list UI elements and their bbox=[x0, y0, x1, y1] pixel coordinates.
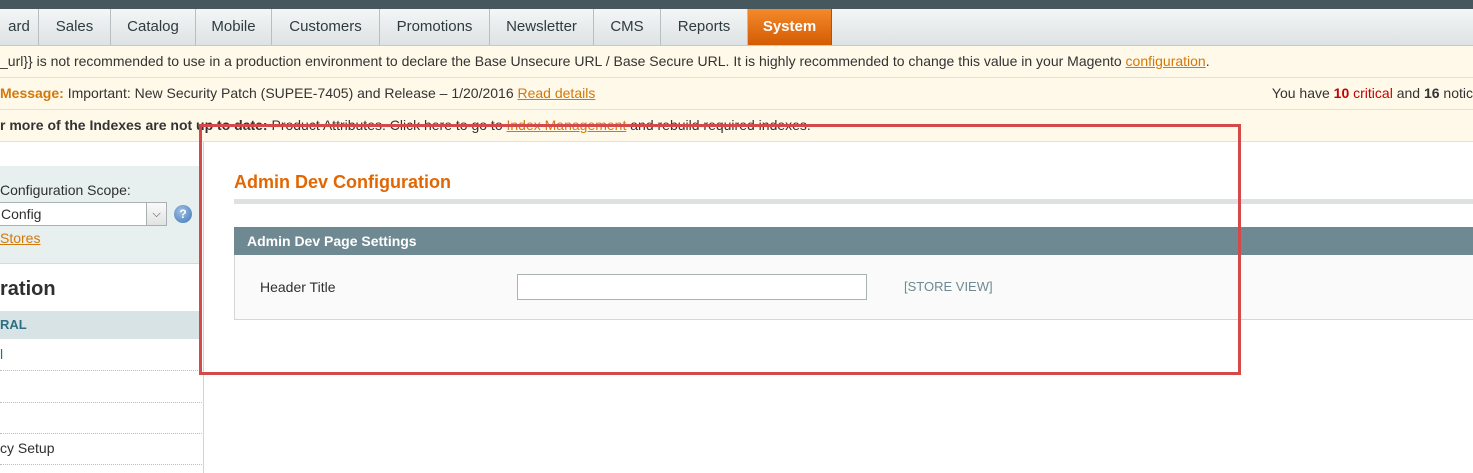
scope-label: Configuration Scope: bbox=[0, 182, 131, 198]
notice-count: 16 bbox=[1423, 85, 1440, 101]
nav-promotions[interactable]: Promotions bbox=[380, 9, 490, 45]
page-title: Admin Dev Configuration bbox=[234, 172, 451, 192]
sidebar-item-3[interactable] bbox=[0, 402, 202, 434]
chevron-down-icon[interactable]: ⌵ bbox=[146, 203, 166, 225]
system-message-notice: Message: Important: New Security Patch (… bbox=[0, 78, 1473, 110]
read-details-link[interactable]: Read details bbox=[518, 85, 596, 101]
critical-count: 10 bbox=[1333, 85, 1350, 101]
nav-catalog[interactable]: Catalog bbox=[111, 9, 196, 45]
nav-cms[interactable]: CMS bbox=[594, 9, 661, 45]
sidebar-section-general: RAL bbox=[0, 311, 202, 339]
config-sidebar: Configuration Scope: Config ⌵ ? Stores r… bbox=[0, 142, 204, 473]
nav-system[interactable]: System bbox=[748, 9, 832, 45]
header-title-label: Header Title bbox=[260, 279, 336, 295]
nav-mobile[interactable]: Mobile bbox=[196, 9, 272, 45]
critical-word: critical bbox=[1349, 85, 1393, 101]
help-icon[interactable]: ? bbox=[174, 205, 192, 223]
scope-switcher: Configuration Scope: Config ⌵ ? Stores bbox=[0, 166, 202, 264]
store-view-scope-label: [STORE VIEW] bbox=[904, 279, 993, 294]
fieldset-header[interactable]: Admin Dev Page Settings bbox=[234, 227, 1473, 255]
sidebar-item-1[interactable]: l bbox=[0, 339, 202, 371]
index-management-link[interactable]: Index Management bbox=[507, 117, 627, 133]
nav-sales[interactable]: Sales bbox=[39, 9, 111, 45]
base-url-notice: _url}} is not recommended to use in a pr… bbox=[0, 46, 1473, 78]
base-url-notice-text: _url}} is not recommended to use in a pr… bbox=[0, 53, 1126, 69]
nav-newsletter[interactable]: Newsletter bbox=[490, 9, 594, 45]
index-notice-suffix: and rebuild required indexes. bbox=[626, 117, 811, 133]
index-notice-bold: r more of the Indexes are not up to date… bbox=[0, 117, 268, 133]
index-notice: r more of the Indexes are not up to date… bbox=[0, 110, 1473, 142]
scope-select-value: Config bbox=[1, 206, 42, 222]
fieldset-body: Header Title [STORE VIEW] bbox=[234, 255, 1473, 320]
message-counts: You have 10 critical and 16 notic bbox=[1271, 85, 1473, 101]
header-title-input[interactable] bbox=[517, 274, 867, 300]
message-label: Message: bbox=[0, 85, 64, 101]
configuration-link[interactable]: configuration bbox=[1126, 53, 1206, 69]
sidebar-title: ration bbox=[0, 278, 56, 300]
top-strip bbox=[0, 0, 1473, 9]
base-url-notice-suffix: . bbox=[1205, 53, 1210, 69]
sidebar-item-2[interactable] bbox=[0, 371, 202, 403]
nav-dashboard[interactable]: ard bbox=[0, 9, 39, 45]
scope-select[interactable]: Config ⌵ bbox=[0, 202, 167, 226]
manage-stores-link[interactable]: Stores bbox=[0, 230, 40, 246]
index-notice-text: Product Attributes. Click here to go to bbox=[267, 117, 507, 133]
sidebar-item-currency-setup[interactable]: cy Setup bbox=[0, 433, 202, 465]
nav-reports[interactable]: Reports bbox=[661, 9, 748, 45]
nav-customers[interactable]: Customers bbox=[272, 9, 380, 45]
title-divider bbox=[234, 199, 1473, 204]
main-navigation: ard Sales Catalog Mobile Customers Promo… bbox=[0, 9, 1473, 46]
message-text: Important: New Security Patch (SUPEE-740… bbox=[63, 85, 518, 101]
